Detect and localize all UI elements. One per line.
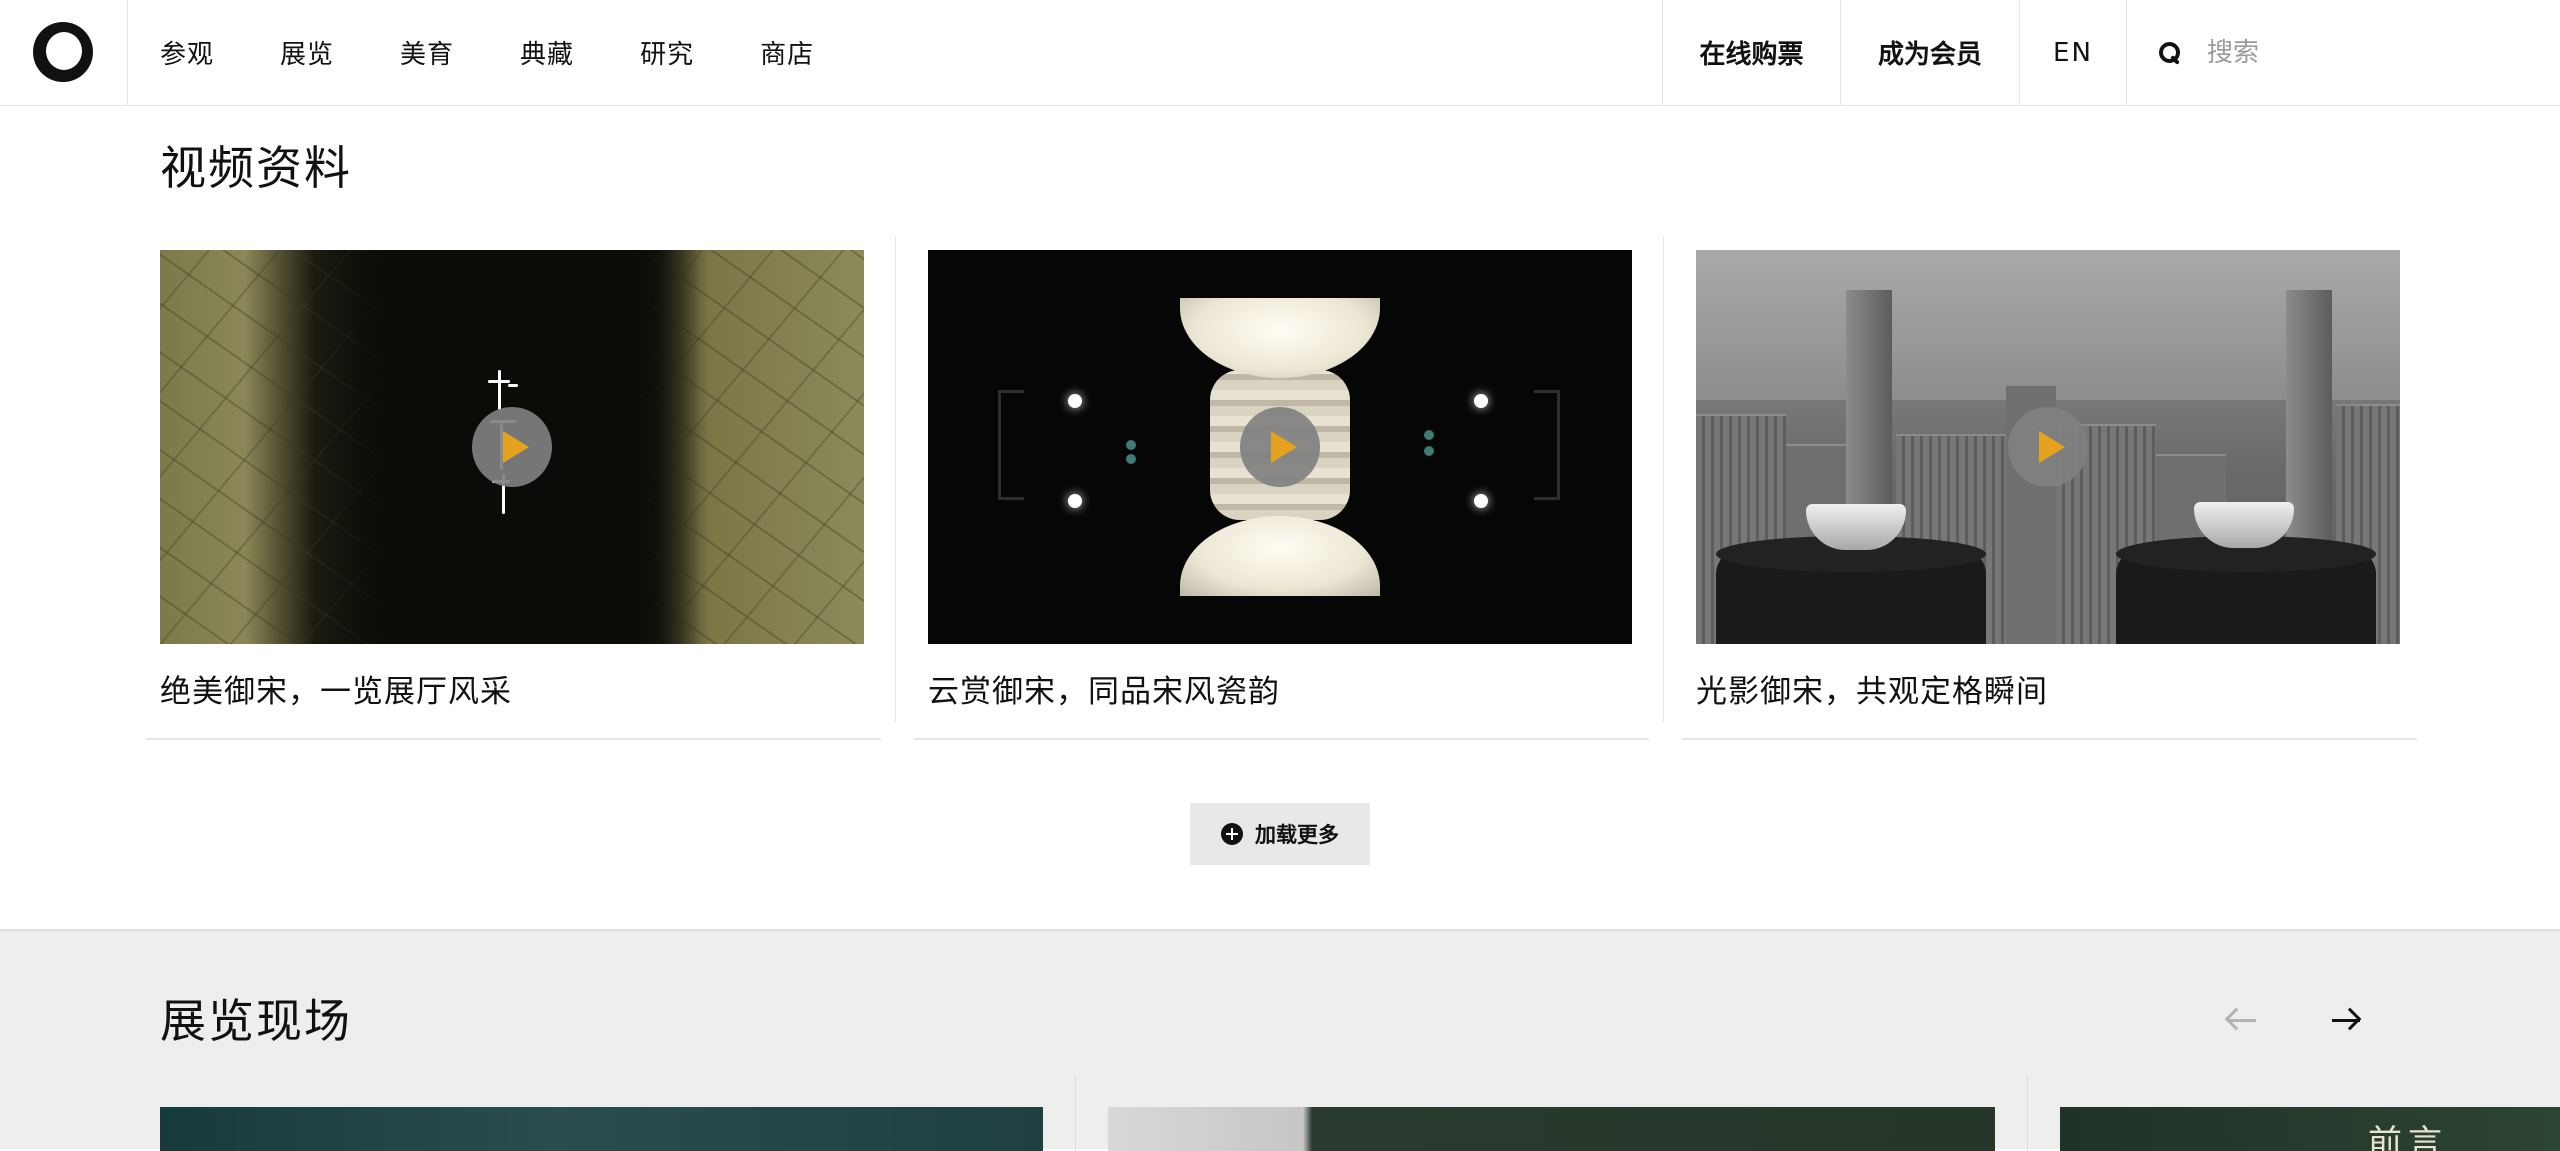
- card-divider: [1075, 1077, 1076, 1151]
- card-divider: [2027, 1077, 2028, 1151]
- nav-item-shop[interactable]: 商店: [760, 34, 814, 71]
- nav-item-visit[interactable]: 参观: [160, 34, 214, 71]
- cup-graphic: [1180, 516, 1380, 596]
- card-divider: [895, 236, 896, 722]
- plus-circle-icon: [1221, 823, 1243, 845]
- search-input[interactable]: [2205, 36, 2505, 69]
- museum-logo-icon: [33, 22, 93, 82]
- video-card[interactable]: 光影御宋，共观定格瞬间: [1682, 236, 2417, 740]
- video-thumbnail[interactable]: [1696, 250, 2400, 644]
- video-caption[interactable]: 云赏御宋，同品宋风瓷韵: [928, 666, 1280, 711]
- load-more-button[interactable]: 加载更多: [1190, 803, 1370, 865]
- search-icon[interactable]: [2159, 41, 2181, 64]
- buy-ticket-link[interactable]: 在线购票: [1662, 0, 1840, 105]
- exhibition-section-title: 展览现场: [160, 994, 352, 1048]
- video-thumbnail[interactable]: [160, 250, 864, 644]
- video-thumbnail[interactable]: [928, 250, 1632, 644]
- logo-link[interactable]: [0, 0, 128, 105]
- play-icon[interactable]: [472, 407, 552, 487]
- exhibition-photo-card[interactable]: 前言: [2060, 1107, 2560, 1151]
- language-switch[interactable]: EN: [2019, 0, 2126, 105]
- exhibition-photo-card[interactable]: [1108, 1107, 1995, 1151]
- play-icon[interactable]: [2008, 407, 2088, 487]
- video-caption[interactable]: 绝美御宋，一览展厅风采: [160, 666, 512, 711]
- nav-item-exhibitions[interactable]: 展览: [280, 34, 334, 71]
- main-nav: 参观 展览 美育 典藏 研究 商店: [160, 0, 880, 105]
- exhibition-section: 展览现场 前言: [0, 929, 2560, 1151]
- video-section-title: 视频资料: [160, 141, 352, 195]
- cup-graphic: [1180, 298, 1380, 378]
- search-bar: [2126, 0, 2560, 105]
- site-header: 参观 展览 美育 典藏 研究 商店 在线购票 成为会员 EN: [0, 0, 2560, 106]
- video-card[interactable]: 绝美御宋，一览展厅风采: [146, 236, 881, 740]
- nav-item-collection[interactable]: 典藏: [520, 34, 574, 71]
- exhibition-photo-text: 前言: [2368, 1123, 2448, 1151]
- prev-arrow-icon[interactable]: [2216, 1001, 2262, 1041]
- video-caption[interactable]: 光影御宋，共观定格瞬间: [1696, 666, 2048, 711]
- video-card[interactable]: 云赏御宋，同品宋风瓷韵: [914, 236, 1649, 740]
- exhibition-photo-card[interactable]: [160, 1107, 1043, 1151]
- nav-item-education[interactable]: 美育: [400, 34, 454, 71]
- play-icon[interactable]: [1240, 407, 1320, 487]
- membership-link[interactable]: 成为会员: [1840, 0, 2019, 105]
- next-arrow-icon[interactable]: [2324, 1001, 2370, 1041]
- nav-item-research[interactable]: 研究: [640, 34, 694, 71]
- card-divider: [1663, 236, 1664, 722]
- load-more-label: 加载更多: [1255, 823, 1339, 847]
